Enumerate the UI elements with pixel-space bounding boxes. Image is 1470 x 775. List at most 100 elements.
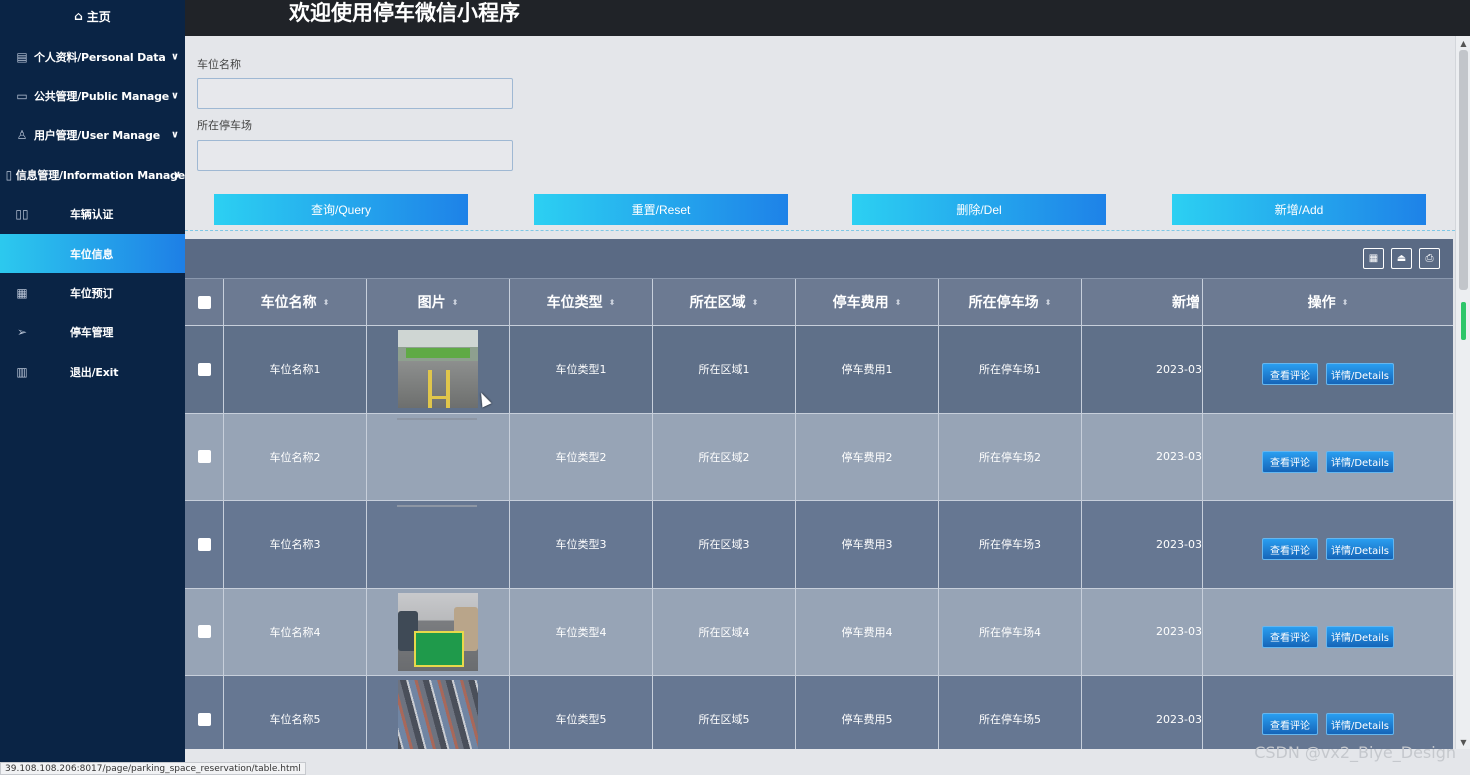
details-button[interactable]: 详情/Details bbox=[1326, 538, 1394, 561]
export-icon[interactable]: ⏏ bbox=[1391, 248, 1412, 269]
column-header: 图片 bbox=[417, 295, 446, 311]
col-added[interactable]: 新增 bbox=[1082, 279, 1203, 325]
details-button[interactable]: 详情/Details bbox=[1326, 625, 1394, 648]
page-scrollbar[interactable]: ▲ ▼ bbox=[1455, 36, 1470, 749]
row-select-cell bbox=[185, 588, 224, 675]
row-checkbox[interactable] bbox=[197, 450, 211, 464]
data-table: ▦ ⏏ ⎙ 车位名称 ⬍ 图片 ⬍ 车位类型 ⬍ 所在区域 ⬍ 停车费用 ⬍ 所在停车场 ⬍… bbox=[185, 239, 1453, 749]
chevron-down-icon: ∨ bbox=[170, 51, 179, 63]
fee-cell: 停车费用3 bbox=[796, 501, 939, 588]
col-actions[interactable]: 操作 ⬍ bbox=[1203, 279, 1453, 325]
sidebar-item-label: 信息管理/Information Manage bbox=[15, 168, 185, 182]
sidebar-item-user-manage[interactable]: ♙ 用户管理/User Manage ∨ bbox=[0, 116, 185, 155]
page-title: 欢迎使用停车微信小程序 bbox=[289, 1, 520, 25]
sort-icon: ⬍ bbox=[1044, 297, 1052, 307]
actions-cell: 查看评论 详情/Details bbox=[1203, 326, 1453, 413]
area-cell: 所在区域2 bbox=[653, 413, 796, 500]
row-checkbox[interactable] bbox=[197, 712, 211, 726]
table-row[interactable]: 车位名称1 车位类型1 所在区域1 停车费用1 所在停车场1 2023-03- … bbox=[185, 325, 1453, 413]
row-select-cell bbox=[185, 326, 224, 413]
sidebar-item-exit[interactable]: ▥ 退出/Exit bbox=[0, 352, 185, 391]
parking-space-image[interactable] bbox=[398, 592, 478, 671]
added-date-cell: 2023-03- bbox=[1082, 413, 1203, 500]
table-row[interactable]: 车位名称3 车位类型3 所在区域3 停车费用3 所在停车场3 2023-03- … bbox=[185, 500, 1453, 588]
sidebar-home-label: 主页 bbox=[86, 9, 111, 24]
parking-lot-input[interactable] bbox=[197, 140, 513, 171]
sidebar-home[interactable]: ⌂ 主页 bbox=[0, 0, 185, 32]
picture-cell bbox=[367, 676, 510, 749]
column-header: 所在区域 bbox=[689, 295, 746, 311]
picture-cell bbox=[367, 413, 510, 500]
col-area[interactable]: 所在区域 ⬍ bbox=[653, 279, 796, 325]
parking-lot-cell: 所在停车场4 bbox=[939, 588, 1082, 675]
space-type-cell: 车位类型3 bbox=[510, 501, 653, 588]
col-fee[interactable]: 停车费用 ⬍ bbox=[796, 279, 939, 325]
view-comments-button[interactable]: 查看评论 bbox=[1262, 538, 1318, 561]
details-button[interactable]: 详情/Details bbox=[1326, 713, 1394, 736]
add-button[interactable]: 新增/Add bbox=[1172, 194, 1426, 225]
space-name-cell: 车位名称3 bbox=[224, 501, 367, 588]
send-icon: ➢ bbox=[16, 325, 28, 340]
sidebar-item-label: 车位预订 bbox=[70, 287, 114, 301]
table-header: 车位名称 ⬍ 图片 ⬍ 车位类型 ⬍ 所在区域 ⬍ 停车费用 ⬍ 所在停车场 ⬍ 新增 操作… bbox=[185, 278, 1453, 325]
table-row[interactable]: 车位名称5 车位类型5 所在区域5 停车费用5 所在停车场5 2023-03- … bbox=[185, 675, 1453, 749]
parking-lot-label: 所在停车场 bbox=[197, 119, 252, 132]
sidebar-item-space-info[interactable]: 车位信息 bbox=[0, 233, 185, 274]
sidebar-item-personal-data[interactable]: ▤ 个人资料/Personal Data ∨ bbox=[0, 37, 185, 76]
actions-cell: 查看评论 详情/Details bbox=[1203, 414, 1453, 501]
select-all-checkbox[interactable] bbox=[197, 295, 211, 309]
space-name-cell: 车位名称1 bbox=[224, 326, 367, 413]
print-icon[interactable]: ⎙ bbox=[1419, 248, 1440, 269]
area-cell: 所在区域5 bbox=[653, 676, 796, 749]
column-header: 车位名称 bbox=[260, 295, 317, 311]
layout-icon[interactable]: ▦ bbox=[1363, 248, 1384, 269]
scroll-up-icon[interactable]: ▲ bbox=[1456, 36, 1470, 50]
query-button[interactable]: 查询/Query bbox=[214, 194, 468, 225]
scroll-down-icon[interactable]: ▼ bbox=[1456, 735, 1470, 749]
row-checkbox[interactable] bbox=[197, 362, 211, 376]
col-space-name[interactable]: 车位名称 ⬍ bbox=[224, 279, 367, 325]
details-button[interactable]: 详情/Details bbox=[1326, 450, 1394, 473]
divider bbox=[185, 230, 1455, 231]
col-parking-lot[interactable]: 所在停车场 ⬍ bbox=[939, 279, 1082, 325]
actions-cell: 查看评论 详情/Details bbox=[1203, 589, 1453, 676]
parking-space-image[interactable] bbox=[398, 680, 478, 749]
space-name-input[interactable] bbox=[197, 78, 513, 109]
space-name-label: 车位名称 bbox=[197, 58, 241, 71]
col-picture[interactable]: 图片 ⬍ bbox=[367, 279, 510, 325]
select-all-cell bbox=[185, 279, 224, 325]
grid-icon: ▦ bbox=[16, 286, 28, 301]
table-row[interactable]: 车位名称4 车位类型4 所在区域4 停车费用4 所在停车场4 2023-03- … bbox=[185, 587, 1453, 676]
sidebar-item-parking-manage[interactable]: ➢ 停车管理 bbox=[0, 313, 185, 352]
fee-cell: 停车费用4 bbox=[796, 588, 939, 675]
delete-button[interactable]: 删除/Del bbox=[852, 194, 1106, 225]
sidebar-item-space-reservation[interactable]: ▦ 车位预订 bbox=[0, 273, 185, 312]
row-select-cell bbox=[185, 501, 224, 588]
sidebar-item-information-manage[interactable]: ▯ 信息管理/Information Manage ∨ bbox=[0, 155, 186, 194]
table-toolbar: ▦ ⏏ ⎙ bbox=[185, 239, 1453, 278]
view-comments-button[interactable]: 查看评论 bbox=[1262, 363, 1318, 386]
sidebar-item-public-manage[interactable]: ▭ 公共管理/Public Manage ∨ bbox=[0, 76, 185, 115]
row-checkbox[interactable] bbox=[197, 537, 211, 551]
actions-cell: 查看评论 详情/Details bbox=[1203, 676, 1453, 749]
scroll-thumb[interactable] bbox=[1459, 50, 1468, 290]
reset-button[interactable]: 重置/Reset bbox=[534, 194, 788, 225]
parking-space-image[interactable] bbox=[398, 330, 478, 409]
parking-lot-cell: 所在停车场1 bbox=[939, 326, 1082, 413]
table-row[interactable]: 车位名称2 车位类型2 所在区域2 停车费用2 所在停车场2 2023-03- … bbox=[185, 412, 1453, 501]
added-date-cell: 2023-03- bbox=[1082, 588, 1203, 675]
column-header: 停车费用 bbox=[832, 295, 889, 311]
col-space-type[interactable]: 车位类型 ⬍ bbox=[510, 279, 653, 325]
view-comments-button[interactable]: 查看评论 bbox=[1262, 625, 1318, 648]
sidebar-item-label: 车位信息 bbox=[70, 247, 114, 261]
row-checkbox[interactable] bbox=[197, 625, 211, 639]
id-card-icon: ▤ bbox=[16, 49, 28, 64]
area-cell: 所在区域1 bbox=[653, 326, 796, 413]
view-comments-button[interactable]: 查看评论 bbox=[1262, 450, 1318, 473]
sidebar-item-vehicle-auth[interactable]: ▯▯ 车辆认证 bbox=[0, 195, 185, 234]
details-button[interactable]: 详情/Details bbox=[1326, 363, 1394, 386]
fee-cell: 停车费用1 bbox=[796, 326, 939, 413]
picture-cell bbox=[367, 501, 510, 588]
column-header: 新增 bbox=[1172, 295, 1200, 311]
view-comments-button[interactable]: 查看评论 bbox=[1262, 713, 1318, 736]
